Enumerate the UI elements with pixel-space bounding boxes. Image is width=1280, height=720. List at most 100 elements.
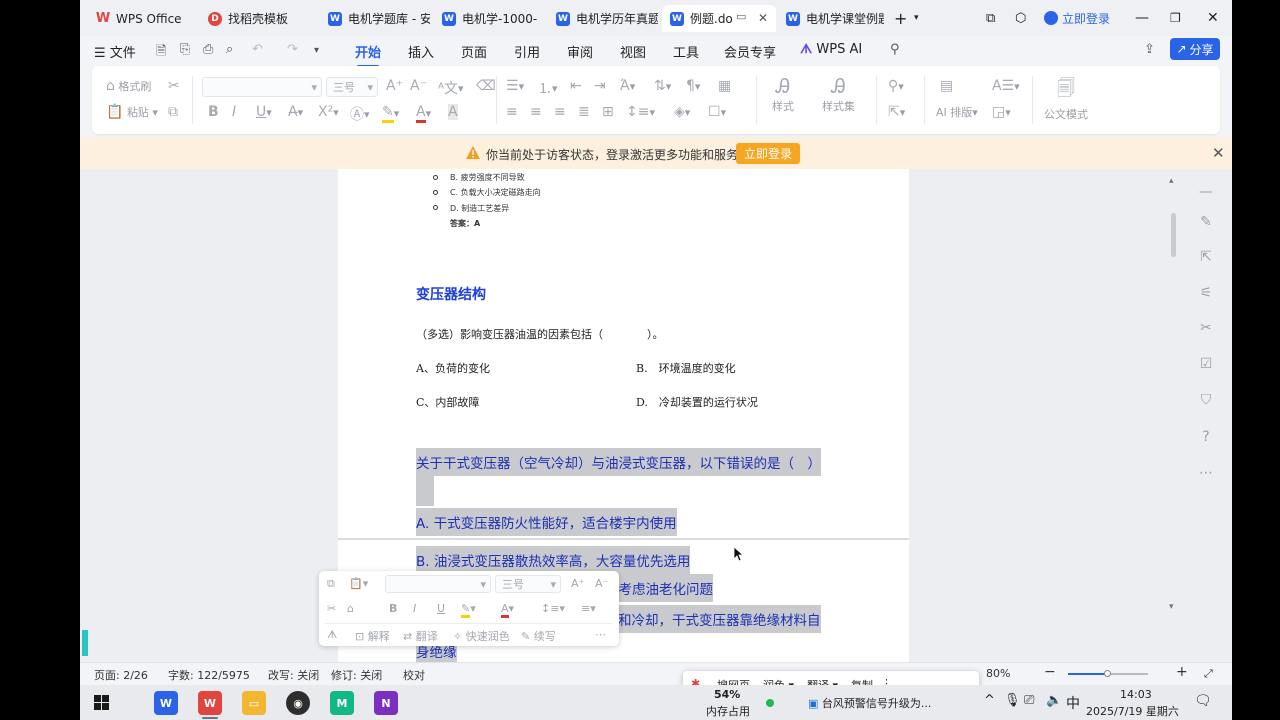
font-size-select[interactable]: 三号 ▾: [326, 77, 378, 97]
select-cursor-icon[interactable]: ⇱: [1194, 247, 1218, 267]
clear-format-icon[interactable]: ⌫: [476, 78, 496, 94]
onenote-app-icon[interactable]: N: [374, 691, 398, 715]
line-spacing-icon[interactable]: ↕≡▾: [626, 104, 655, 120]
continue-write-button[interactable]: ✎ 续写: [521, 628, 556, 644]
tab-doc-1[interactable]: W 电机学题库 - 安: [320, 5, 430, 32]
proofread-button[interactable]: 校对: [403, 667, 425, 683]
highlight-icon[interactable]: ✎▾: [461, 602, 476, 618]
track-changes-status[interactable]: 修订: 关闭: [331, 667, 382, 683]
strikethrough-icon[interactable]: A̶ ▾: [288, 104, 303, 120]
more-options-icon[interactable]: ⋯: [595, 628, 606, 641]
zoom-in-icon[interactable]: +: [1176, 664, 1188, 680]
shrink-font-icon[interactable]: A⁻: [595, 577, 608, 590]
overwrite-status[interactable]: 改写: 关闭: [268, 667, 319, 683]
microphone-icon[interactable]: 🎙: [1004, 693, 1021, 708]
paste-icon[interactable]: 📋▾: [349, 577, 368, 590]
undo-icon[interactable]: ↶: [252, 42, 263, 57]
word-count[interactable]: 字数: 122/5975: [168, 667, 250, 683]
wps-ai-button[interactable]: ᗑ WPS AI: [800, 42, 862, 57]
green-app-icon[interactable]: M: [330, 691, 354, 715]
phonetic-icon[interactable]: ᴬ文 ▾: [438, 78, 464, 98]
search-icon[interactable]: ⚲: [890, 42, 900, 57]
bullet-list-icon[interactable]: ☰ ▾: [506, 78, 524, 94]
shapes-icon[interactable]: ◲ ▾: [992, 104, 1011, 120]
volume-icon[interactable]: 🔈: [1046, 693, 1062, 708]
tab-tools[interactable]: 工具: [673, 42, 699, 61]
shirt-icon[interactable]: ⛉: [1194, 390, 1218, 410]
bold-icon[interactable]: B: [389, 602, 397, 615]
news-widget[interactable]: ▣ 台风预警信号升级为...: [808, 695, 931, 711]
align-right-icon[interactable]: ≡: [554, 104, 566, 120]
more-icon[interactable]: ⋯: [1194, 463, 1218, 483]
show-marks-icon[interactable]: ¶ ▾: [686, 78, 700, 94]
ai-layout-button[interactable]: AI 排版 ▾: [936, 104, 978, 120]
quick-polish-button[interactable]: ✧ 快速润色: [453, 628, 510, 644]
file-explorer-icon[interactable]: ▭: [242, 691, 266, 715]
obs-app-icon[interactable]: ◉: [286, 691, 310, 715]
input-method-indicator[interactable]: 中: [1066, 693, 1080, 713]
ai-layout-icon[interactable]: ▤: [940, 78, 953, 94]
file-menu[interactable]: ☰ 文件: [94, 42, 136, 61]
shading-icon[interactable]: ◈ ▾: [674, 104, 690, 120]
font-family-select[interactable]: ▾: [385, 575, 491, 593]
underline-icon[interactable]: U: [437, 602, 445, 615]
paste-button[interactable]: 📋 粘贴 ▾: [106, 104, 158, 120]
select-icon[interactable]: ⇱ ▾: [888, 104, 905, 120]
tab-reference[interactable]: 引用: [514, 42, 540, 61]
zoom-level[interactable]: 80%: [986, 667, 1010, 680]
increase-indent-icon[interactable]: ⇥: [594, 78, 606, 94]
export-icon[interactable]: ⎘: [180, 42, 190, 57]
italic-icon[interactable]: I: [413, 602, 416, 615]
copy-format-icon[interactable]: ⧉: [327, 577, 335, 591]
underline-icon[interactable]: U ▾: [256, 104, 272, 120]
numbered-list-icon[interactable]: ⒈ ▾: [538, 78, 558, 98]
find-icon[interactable]: ⚲ ▾: [888, 78, 904, 94]
tools-icon[interactable]: ✂: [1194, 318, 1218, 338]
page-indicator[interactable]: 页面: 2/26: [94, 667, 148, 683]
superscript-icon[interactable]: X² ▾: [318, 104, 339, 120]
doc-check-icon[interactable]: ☑: [1194, 354, 1218, 374]
shrink-font-icon[interactable]: A⁻: [410, 78, 427, 94]
cut-icon[interactable]: ✂: [327, 602, 336, 615]
line-spacing-icon[interactable]: ↕≡▾: [541, 602, 565, 615]
align-center-icon[interactable]: ≡: [530, 104, 542, 120]
new-tab-button[interactable]: +: [894, 8, 907, 28]
text-box-icon[interactable]: A☰ ▾: [992, 78, 1020, 94]
justify-icon[interactable]: ≣: [578, 104, 590, 120]
windows-start-icon[interactable]: [94, 695, 109, 710]
align-icon[interactable]: ≡▾: [581, 602, 596, 615]
font-size-select[interactable]: 三号 ▾: [495, 575, 561, 593]
minimize-icon[interactable]: —: [1135, 8, 1149, 28]
explain-button[interactable]: ⊡ 解释: [355, 628, 390, 644]
tab-doc-3[interactable]: W 电机学历年真题: [548, 5, 658, 32]
restore-tabs-icon[interactable]: ⧉: [986, 8, 995, 28]
edit-pen-icon[interactable]: ✎: [1194, 212, 1218, 232]
chinese-layout-icon[interactable]: Ά ▾: [620, 78, 635, 94]
print-icon[interactable]: ⎙: [203, 42, 213, 57]
wps-app-icon[interactable]: W: [198, 691, 222, 715]
zoom-out-icon[interactable]: −: [1044, 664, 1056, 680]
scroll-down-icon[interactable]: ▾: [1169, 602, 1174, 612]
maximize-icon[interactable]: ❐: [1170, 8, 1181, 28]
tab-member[interactable]: 会员专享: [724, 42, 776, 61]
fullscreen-icon[interactable]: ⤢: [1204, 667, 1213, 681]
tab-view[interactable]: 视图: [620, 42, 646, 61]
cut-icon[interactable]: ✂: [168, 78, 180, 94]
tab-list-chevron-icon[interactable]: ▾: [914, 8, 919, 28]
tab-docer[interactable]: D 找稻壳模板: [200, 5, 316, 32]
zoom-slider[interactable]: [1068, 670, 1148, 677]
tab-review[interactable]: 审阅: [567, 42, 593, 61]
collapse-panel-icon[interactable]: —: [1194, 182, 1218, 202]
adjust-icon[interactable]: ⚟: [1194, 283, 1218, 303]
tray-chevron-icon[interactable]: ^: [984, 693, 995, 708]
font-color-icon[interactable]: A▾: [501, 602, 514, 618]
table-grid-icon[interactable]: ▦: [718, 78, 731, 94]
tab-page[interactable]: 页面: [461, 42, 487, 61]
font-family-select[interactable]: ▾: [202, 77, 322, 97]
clock-date[interactable]: 2025/7/19 星期六: [1086, 703, 1179, 719]
share-button[interactable]: ↗ 分享: [1170, 38, 1220, 60]
tab-insert[interactable]: 插入: [408, 42, 434, 61]
italic-icon[interactable]: I: [232, 104, 236, 120]
ai-write-icon[interactable]: ᗑ: [327, 628, 337, 642]
translate-button[interactable]: ⇄ 翻译: [403, 628, 438, 644]
